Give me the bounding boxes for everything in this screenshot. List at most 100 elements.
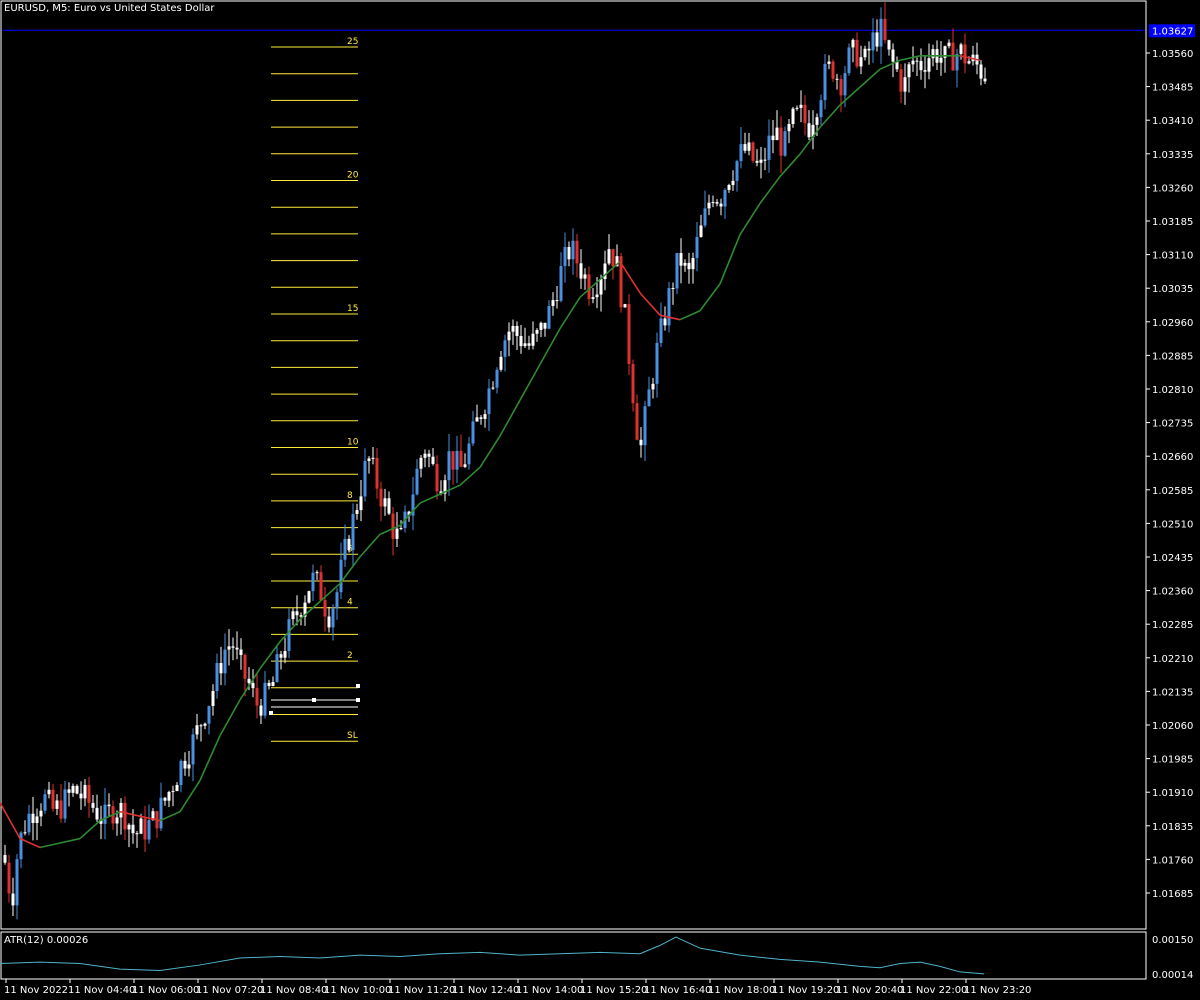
- candle-body[interactable]: [807, 123, 811, 138]
- candle-body[interactable]: [227, 646, 231, 650]
- candle-body[interactable]: [23, 832, 27, 834]
- candle-body[interactable]: [891, 49, 895, 62]
- candle-body[interactable]: [347, 538, 351, 551]
- candle-body[interactable]: [831, 61, 835, 79]
- candle-body[interactable]: [687, 262, 691, 270]
- candle-body[interactable]: [27, 813, 31, 833]
- candle-body[interactable]: [983, 78, 987, 82]
- candle-body[interactable]: [623, 304, 627, 308]
- candle-body[interactable]: [191, 734, 195, 765]
- candle-body[interactable]: [235, 647, 239, 650]
- candle-body[interactable]: [707, 202, 711, 209]
- chart-canvas[interactable]: 252015108642SL 1.035601.034851.034101.03…: [0, 0, 1200, 1000]
- candle-body[interactable]: [583, 274, 587, 279]
- candle-body[interactable]: [195, 725, 199, 735]
- candle-body[interactable]: [495, 369, 499, 388]
- candle-body[interactable]: [127, 824, 131, 830]
- candle-body[interactable]: [639, 439, 643, 446]
- candle-body[interactable]: [271, 682, 275, 686]
- candle-body[interactable]: [967, 61, 971, 64]
- candle-body[interactable]: [327, 616, 331, 628]
- candle-body[interactable]: [915, 60, 919, 62]
- candle-body[interactable]: [735, 161, 739, 181]
- candle-body[interactable]: [91, 802, 95, 808]
- candle-body[interactable]: [463, 464, 467, 467]
- candle-body[interactable]: [755, 160, 759, 163]
- candle-body[interactable]: [911, 60, 915, 65]
- candle-body[interactable]: [611, 249, 615, 267]
- candle-body[interactable]: [263, 682, 267, 716]
- candle-body[interactable]: [679, 253, 683, 266]
- candle-body[interactable]: [319, 572, 323, 601]
- candle-body[interactable]: [363, 461, 367, 497]
- candle-body[interactable]: [31, 813, 35, 823]
- candle-body[interactable]: [507, 331, 511, 341]
- candle-body[interactable]: [771, 135, 775, 141]
- candle-body[interactable]: [731, 180, 735, 185]
- candle-body[interactable]: [11, 893, 15, 906]
- candle-body[interactable]: [83, 784, 87, 799]
- candle-body[interactable]: [859, 57, 863, 67]
- candle-body[interactable]: [35, 816, 39, 823]
- candle-body[interactable]: [255, 688, 259, 706]
- candle-body[interactable]: [359, 496, 363, 511]
- candle-body[interactable]: [779, 127, 783, 156]
- candle-body[interactable]: [647, 389, 651, 407]
- candle-body[interactable]: [331, 608, 335, 628]
- candle-body[interactable]: [723, 189, 727, 207]
- candle-body[interactable]: [567, 246, 571, 260]
- candle-body[interactable]: [535, 329, 539, 334]
- candle-body[interactable]: [887, 40, 891, 50]
- candle-body[interactable]: [107, 804, 111, 807]
- candle-body[interactable]: [47, 789, 51, 795]
- candle-body[interactable]: [575, 240, 579, 264]
- candle-body[interactable]: [39, 810, 43, 817]
- candle-body[interactable]: [931, 49, 935, 59]
- candle-body[interactable]: [643, 406, 647, 446]
- candle-body[interactable]: [927, 58, 931, 72]
- candle-body[interactable]: [763, 159, 767, 161]
- candle-body[interactable]: [307, 591, 311, 603]
- candle-body[interactable]: [835, 78, 839, 80]
- candle-body[interactable]: [855, 39, 859, 67]
- candle-body[interactable]: [503, 340, 507, 357]
- candle-body[interactable]: [683, 262, 687, 266]
- candle-body[interactable]: [87, 784, 91, 803]
- candle-body[interactable]: [739, 144, 743, 162]
- candle-body[interactable]: [59, 800, 63, 819]
- candle-body[interactable]: [627, 304, 631, 365]
- candle-body[interactable]: [939, 57, 943, 63]
- candle-body[interactable]: [311, 572, 315, 592]
- candle-body[interactable]: [335, 592, 339, 609]
- candle-body[interactable]: [487, 388, 491, 415]
- candle-body[interactable]: [667, 288, 671, 326]
- candle-body[interactable]: [759, 159, 763, 163]
- candle-body[interactable]: [795, 107, 799, 109]
- candle-body[interactable]: [963, 44, 967, 64]
- candle-body[interactable]: [815, 117, 819, 125]
- candle-body[interactable]: [175, 785, 179, 792]
- candle-body[interactable]: [727, 184, 731, 190]
- candle-body[interactable]: [751, 142, 755, 161]
- candle-body[interactable]: [459, 450, 463, 467]
- candle-body[interactable]: [183, 760, 187, 769]
- candle-body[interactable]: [875, 32, 879, 47]
- candle-body[interactable]: [371, 457, 375, 459]
- candle-body[interactable]: [247, 678, 251, 684]
- candle-body[interactable]: [115, 817, 119, 824]
- candle-body[interactable]: [251, 683, 255, 689]
- candle-body[interactable]: [395, 528, 399, 539]
- candle-body[interactable]: [315, 572, 319, 574]
- candle-body[interactable]: [79, 793, 83, 799]
- candle-body[interactable]: [483, 414, 487, 419]
- candle-body[interactable]: [711, 202, 715, 204]
- candle-body[interactable]: [695, 236, 699, 258]
- candle-body[interactable]: [143, 818, 147, 840]
- candle-body[interactable]: [979, 64, 983, 79]
- candle-body[interactable]: [163, 797, 167, 801]
- candle-body[interactable]: [351, 513, 355, 551]
- candle-body[interactable]: [851, 39, 855, 48]
- candle-body[interactable]: [55, 800, 59, 809]
- candle-body[interactable]: [747, 142, 751, 151]
- candle-body[interactable]: [499, 356, 503, 370]
